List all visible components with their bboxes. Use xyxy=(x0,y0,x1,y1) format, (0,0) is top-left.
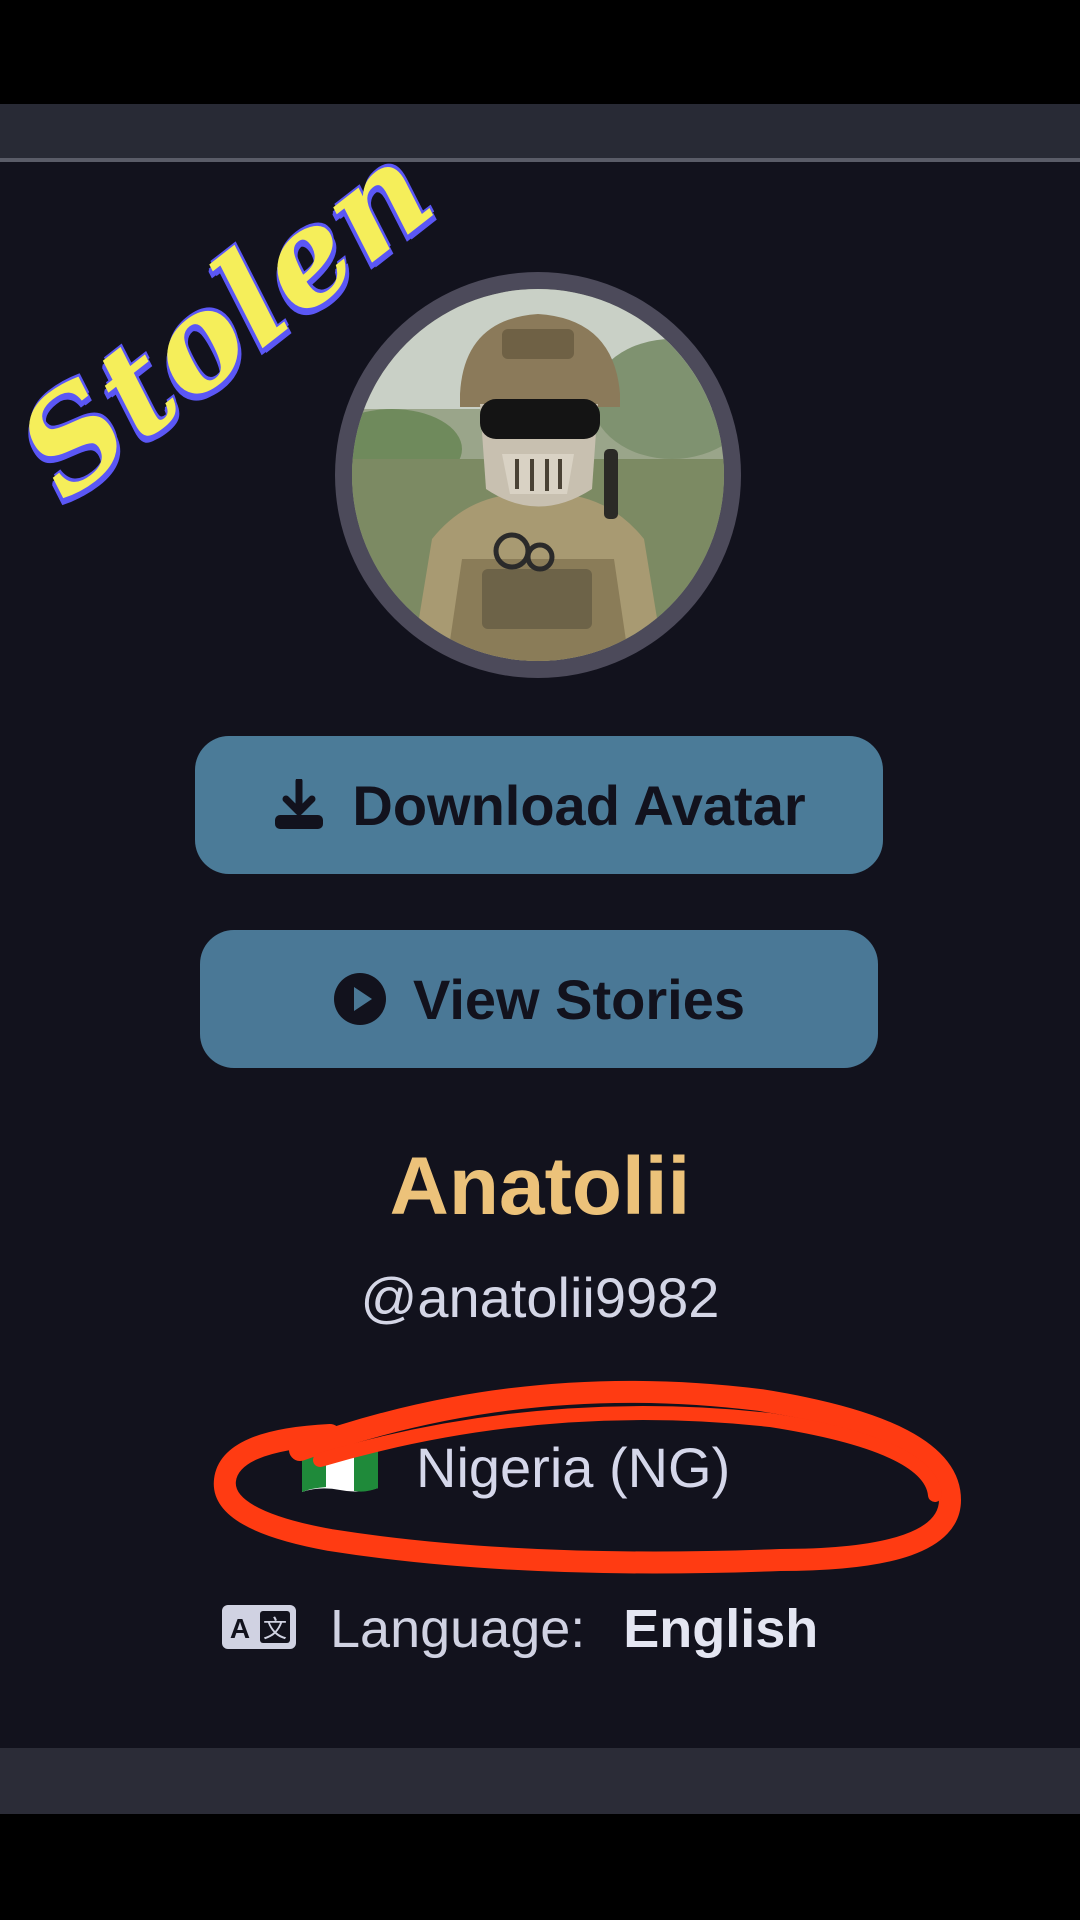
download-avatar-button[interactable]: Download Avatar xyxy=(195,736,883,874)
translate-icon: A 文 xyxy=(222,1604,296,1654)
view-stories-label: View Stories xyxy=(412,967,745,1031)
avatar[interactable] xyxy=(352,289,724,661)
country-label: Nigeria (NG) xyxy=(416,1435,731,1499)
top-bar xyxy=(0,104,1080,158)
svg-text:文: 文 xyxy=(263,1615,287,1643)
view-stories-button[interactable]: View Stories xyxy=(200,930,878,1068)
bottom-bar xyxy=(0,1748,1080,1814)
language-row: A 文 Language: English xyxy=(222,1594,818,1664)
country-row: Nigeria (NG) xyxy=(300,1432,800,1502)
display-name: Anatolii xyxy=(389,1141,691,1232)
nigeria-flag-icon xyxy=(300,1436,380,1499)
avatar-photo xyxy=(352,289,724,661)
svg-text:A: A xyxy=(230,1613,250,1644)
username: @anatolii9982 xyxy=(360,1266,720,1329)
language-label: Language: xyxy=(330,1599,586,1659)
language-value: English xyxy=(623,1599,819,1659)
play-circle-icon xyxy=(333,972,387,1026)
download-avatar-label: Download Avatar xyxy=(352,773,806,837)
download-icon xyxy=(272,779,326,831)
